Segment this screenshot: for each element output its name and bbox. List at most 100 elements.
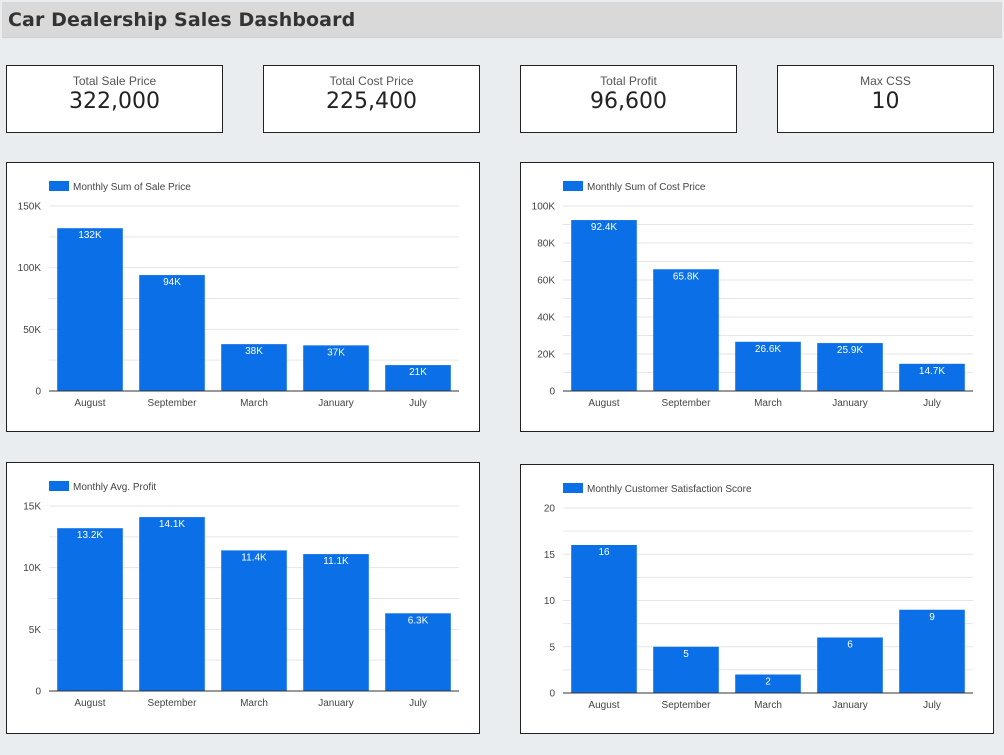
x-tick-label: July: [923, 700, 941, 711]
bar-data-label: 38K: [245, 346, 263, 357]
kpi-label: Total Sale Price: [72, 74, 157, 88]
legend-swatch: [49, 181, 69, 191]
kpi-card-total-profit: Total Profit 96,600: [520, 65, 737, 133]
y-tick-label: 5: [549, 642, 555, 653]
bar: [571, 545, 637, 693]
kpi-card-total-sale-price: Total Sale Price 322,000: [6, 65, 223, 133]
x-tick-label: January: [832, 700, 868, 711]
chart-panel-sale-price: Monthly Sum of Sale Price 0 50K 100K 150K 132…: [6, 162, 480, 432]
x-tick-label: January: [318, 698, 354, 709]
bar: [139, 275, 205, 391]
bar: [139, 517, 205, 691]
legend-swatch: [49, 481, 69, 491]
bar-data-label: 26.6K: [755, 344, 781, 355]
x-tick-label: July: [409, 698, 427, 709]
x-tick-label: March: [754, 700, 782, 711]
chart-legend: Monthly Customer Satisfaction Score: [563, 483, 752, 495]
y-tick-label: 40K: [537, 313, 555, 324]
y-tick-label: 50K: [23, 325, 41, 336]
y-tick-label: 0: [549, 689, 555, 700]
bar-data-label: 65.8K: [673, 271, 699, 282]
bar-data-label: 14.7K: [919, 366, 945, 377]
x-tick-label: August: [74, 398, 105, 409]
bar-data-label: 2: [765, 677, 771, 688]
legend-swatch: [563, 181, 583, 191]
x-tick-label: August: [588, 700, 619, 711]
bar: [303, 554, 369, 691]
bar: [57, 528, 123, 691]
chart-panel-satisfaction: Monthly Customer Satisfaction Score 0 5 10 1…: [520, 464, 994, 734]
y-tick-label: 5K: [29, 625, 42, 636]
bar: [221, 550, 287, 691]
kpi-card-max-css: Max CSS 10: [777, 65, 994, 133]
legend-label: Monthly Avg. Profit: [73, 482, 156, 493]
x-tick-label: September: [148, 698, 198, 709]
chart-sale-price: Monthly Sum of Sale Price 0 50K 100K 150K 132…: [18, 181, 459, 409]
y-tick-label: 100K: [18, 263, 42, 274]
bar-data-label: 132K: [78, 230, 102, 241]
kpi-label: Max CSS: [860, 74, 911, 88]
kpi-value: 225,400: [326, 89, 417, 114]
y-tick-label: 10K: [23, 563, 41, 574]
chart-avg-profit: Monthly Avg. Profit 0 5K 10K 15K 13.2K August 1…: [23, 481, 459, 709]
y-tick-label: 0: [35, 387, 41, 398]
x-tick-label: September: [662, 398, 712, 409]
y-tick-label: 150K: [18, 202, 42, 213]
bar-data-label: 21K: [409, 367, 427, 378]
kpi-card-total-cost-price: Total Cost Price 225,400: [263, 65, 480, 133]
bar-data-label: 6.3K: [408, 615, 429, 626]
x-tick-label: March: [240, 398, 268, 409]
x-tick-label: July: [923, 398, 941, 409]
bar-data-label: 13.2K: [77, 530, 103, 541]
bar-data-label: 16: [598, 547, 610, 558]
bar-data-label: 5: [683, 649, 689, 660]
bar-data-label: 11.4K: [241, 552, 267, 563]
bar-data-label: 25.9K: [837, 345, 863, 356]
y-tick-label: 60K: [537, 276, 555, 287]
chart-satisfaction: Monthly Customer Satisfaction Score 0 5 10 1…: [544, 483, 973, 711]
x-tick-label: September: [662, 700, 712, 711]
x-tick-label: August: [74, 698, 105, 709]
legend-label: Monthly Customer Satisfaction Score: [587, 484, 752, 495]
chart-legend: Monthly Sum of Cost Price: [563, 181, 706, 193]
bar: [57, 228, 123, 391]
page-title: Car Dealership Sales Dashboard: [8, 9, 356, 31]
kpi-value: 322,000: [69, 89, 160, 114]
kpi-label: Total Profit: [600, 74, 657, 88]
x-tick-label: March: [240, 698, 268, 709]
x-tick-label: August: [588, 398, 619, 409]
y-tick-label: 0: [35, 687, 41, 698]
x-tick-label: January: [318, 398, 354, 409]
x-tick-label: July: [409, 398, 427, 409]
bar-data-label: 14.1K: [159, 519, 185, 530]
legend-label: Monthly Sum of Sale Price: [73, 182, 191, 193]
bar-data-label: 9: [929, 612, 935, 623]
bar-data-label: 11.1K: [323, 556, 349, 567]
bar: [571, 220, 637, 391]
y-tick-label: 15: [544, 550, 556, 561]
legend-swatch: [563, 483, 583, 493]
y-tick-label: 100K: [532, 202, 556, 213]
dashboard-header: Car Dealership Sales Dashboard: [2, 2, 1002, 38]
x-tick-label: March: [754, 398, 782, 409]
chart-legend: Monthly Sum of Sale Price: [49, 181, 191, 193]
chart-panel-avg-profit: Monthly Avg. Profit 0 5K 10K 15K 13.2K August 1…: [6, 462, 480, 734]
y-tick-label: 0: [549, 387, 555, 398]
y-tick-label: 10: [544, 596, 556, 607]
y-tick-label: 20: [544, 504, 556, 515]
bar-data-label: 37K: [327, 347, 345, 358]
chart-legend: Monthly Avg. Profit: [49, 481, 156, 493]
bar: [653, 269, 719, 391]
y-tick-label: 80K: [537, 239, 555, 250]
y-tick-label: 15K: [23, 502, 41, 513]
kpi-value: 10: [871, 89, 900, 114]
y-tick-label: 20K: [537, 350, 555, 361]
kpi-value: 96,600: [590, 89, 667, 114]
chart-cost-price: Monthly Sum of Cost Price 0 20K 40K 60K 80K 10…: [532, 181, 973, 409]
bar-data-label: 94K: [163, 277, 181, 288]
bar-data-label: 92.4K: [591, 222, 617, 233]
bar-data-label: 6: [847, 640, 853, 651]
legend-label: Monthly Sum of Cost Price: [587, 182, 706, 193]
kpi-label: Total Cost Price: [329, 74, 414, 88]
x-tick-label: September: [148, 398, 198, 409]
